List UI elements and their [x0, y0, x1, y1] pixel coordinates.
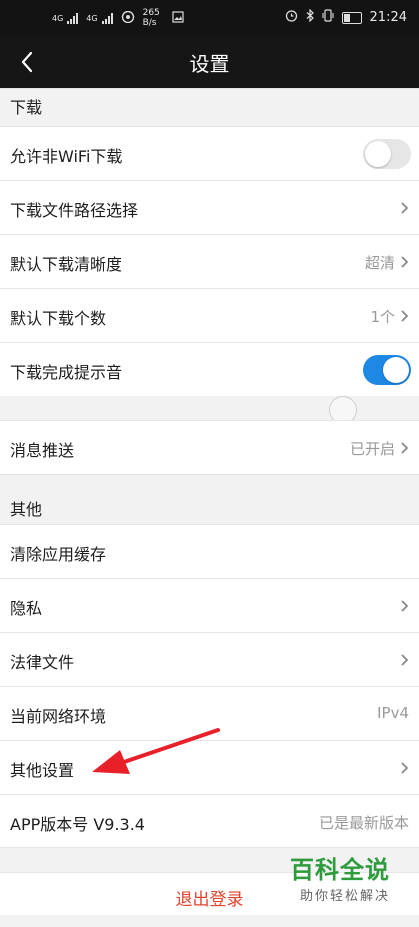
bluetooth-icon	[306, 8, 314, 26]
row-clear-cache[interactable]: 清除应用缓存	[0, 524, 419, 578]
alarm-icon	[285, 9, 298, 26]
row-download-path[interactable]: 下载文件路径选择	[0, 180, 419, 234]
row-value: 超清	[364, 254, 395, 272]
chevron-right-icon	[401, 654, 409, 666]
watermark-title: 百科全说	[290, 856, 390, 884]
watermark-logo: 百科全说 助你轻松解决	[290, 850, 412, 906]
row-label: 消息推送	[10, 441, 75, 460]
row-value: 已开启	[349, 440, 395, 458]
row-label: 默认下载个数	[10, 309, 107, 328]
section-header-other: 其他	[0, 474, 419, 522]
chevron-right-icon	[401, 600, 409, 612]
chevron-right-icon	[401, 762, 409, 774]
row-legal-documents[interactable]: 法律文件	[0, 632, 419, 686]
complete-sound-toggle[interactable]	[363, 355, 411, 385]
row-privacy[interactable]: 隐私	[0, 578, 419, 632]
row-value: 已是最新版本	[318, 814, 409, 832]
row-non-wifi-download: 允许非WiFi下载	[0, 126, 419, 180]
page-title: 设置	[189, 52, 230, 76]
row-label: 法律文件	[10, 653, 75, 672]
section-header-download: 下载	[0, 88, 419, 126]
signal-icon	[67, 12, 79, 24]
non-wifi-download-toggle[interactable]	[363, 139, 411, 169]
row-label: APP版本号 V9.3.4	[10, 815, 145, 834]
row-label: 下载完成提示音	[10, 363, 123, 382]
row-network-environment: 当前网络环境 IPv4	[0, 686, 419, 740]
row-label: 下载文件路径选择	[10, 201, 139, 220]
net-speed-value: 265	[142, 8, 160, 18]
row-value: IPv4	[377, 704, 409, 722]
row-other-settings[interactable]: 其他设置	[0, 740, 419, 794]
battery-icon	[341, 11, 362, 24]
nav-bar: 设置	[0, 36, 419, 88]
wifi-icon	[121, 10, 135, 26]
row-label: 允许非WiFi下载	[10, 147, 123, 166]
row-label: 清除应用缓存	[10, 545, 107, 564]
network-indicator-1: 4G	[52, 13, 64, 23]
net-speed-unit: B/s	[142, 18, 157, 28]
row-default-clarity[interactable]: 默认下载清晰度 超清	[0, 234, 419, 288]
chevron-right-icon	[401, 442, 409, 454]
row-default-count[interactable]: 默认下载个数 1个	[0, 288, 419, 342]
vibrate-icon	[321, 9, 334, 26]
clock-time: 21:24	[369, 10, 407, 25]
status-bar: 4G 4G 265 B/s 21:24	[0, 0, 419, 36]
chevron-right-icon	[401, 256, 409, 268]
chevron-right-icon	[401, 310, 409, 322]
row-label: 默认下载清晰度	[10, 255, 123, 274]
row-label: 其他设置	[10, 761, 75, 780]
row-label: 当前网络环境	[10, 707, 107, 726]
row-value: 1个	[370, 308, 395, 326]
image-icon	[172, 10, 184, 26]
row-label: 隐私	[10, 599, 43, 618]
row-push-notification[interactable]: 消息推送 已开启	[0, 420, 419, 474]
toggle-knob	[383, 357, 409, 383]
signal-icon-2	[101, 12, 113, 24]
toggle-knob	[365, 141, 391, 167]
network-indicator-2: 4G	[86, 13, 98, 23]
chevron-right-icon	[401, 202, 409, 214]
watermark-subtitle: 助你轻松解决	[299, 889, 390, 904]
row-complete-sound: 下载完成提示音	[0, 342, 419, 396]
row-app-version: APP版本号 V9.3.4 已是最新版本	[0, 794, 419, 848]
